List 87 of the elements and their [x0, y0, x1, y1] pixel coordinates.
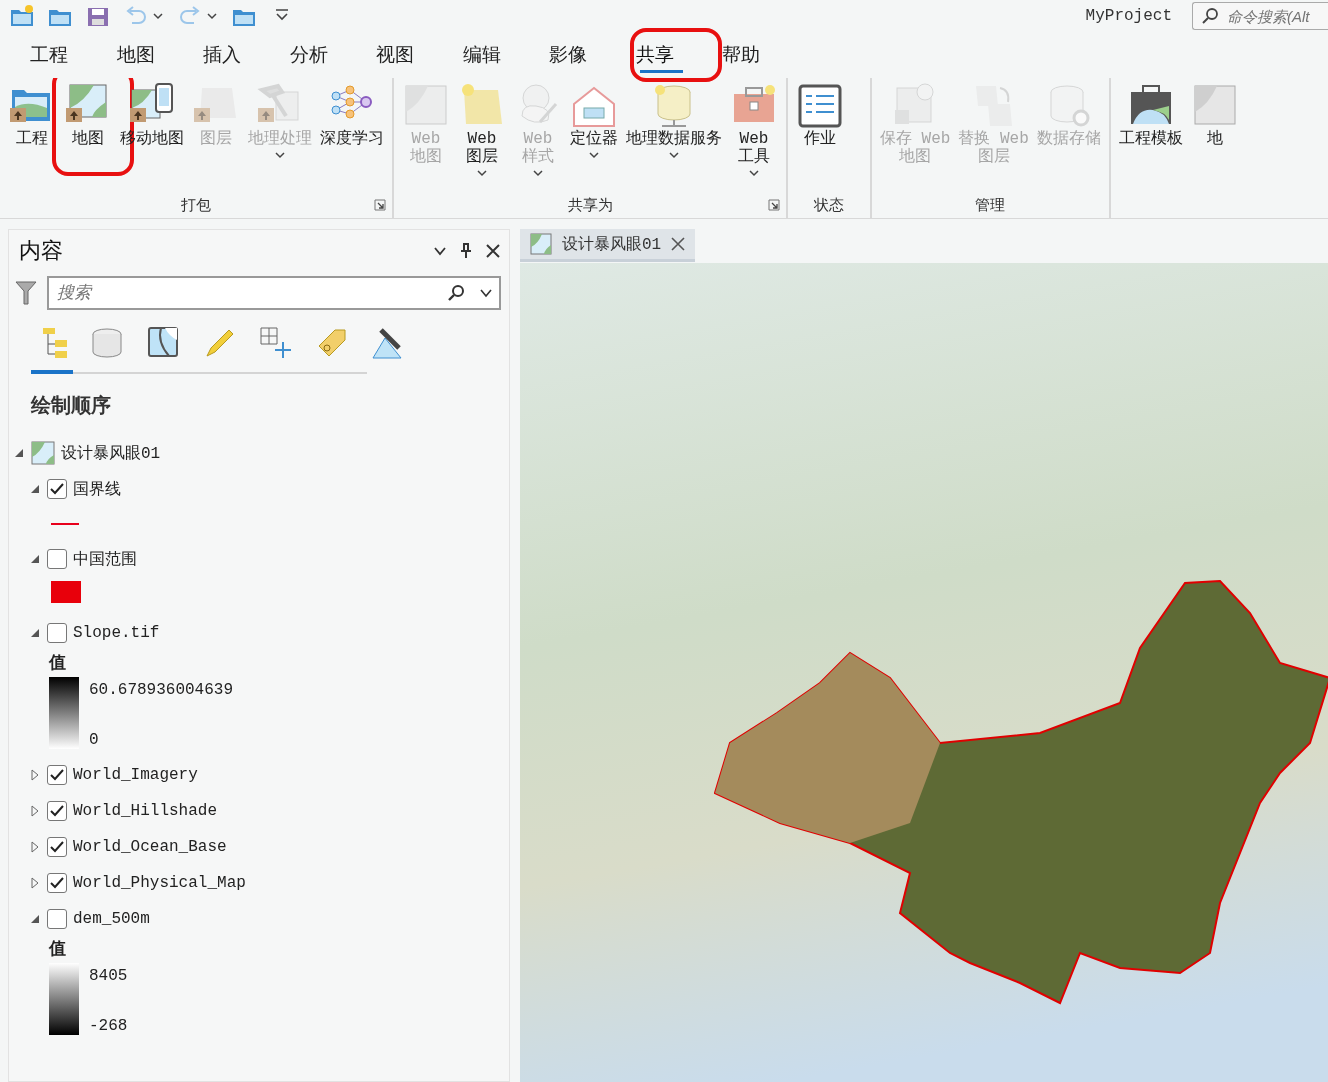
- filter-icon[interactable]: [15, 280, 37, 306]
- caret-icon: [476, 168, 488, 178]
- ribbon-button[interactable]: Web 图层: [456, 82, 508, 192]
- caret-icon: [588, 150, 600, 160]
- caret-icon: [748, 168, 760, 178]
- ribbon-tab[interactable]: 分析: [265, 35, 352, 75]
- project-title: MyProject: [1085, 7, 1172, 25]
- search-icon: [1201, 7, 1219, 25]
- legend-value: 0: [89, 731, 100, 749]
- caret-icon: [274, 150, 286, 160]
- ribbon-tab[interactable]: 影像: [525, 35, 612, 75]
- command-search-field[interactable]: 命令搜索(Alt: [1192, 2, 1328, 30]
- expanded-arrow-icon[interactable]: [29, 553, 41, 565]
- checkbox[interactable]: [47, 623, 67, 643]
- checkbox[interactable]: [47, 479, 67, 499]
- map-icon: [402, 82, 450, 128]
- ribbon-tab[interactable]: 视图: [352, 35, 439, 75]
- ribbon-button[interactable]: 作业: [794, 82, 846, 192]
- ribbon-tab[interactable]: 工程: [6, 35, 93, 75]
- ribbon-tab[interactable]: 共享: [611, 35, 698, 75]
- layer-name: Slope.tif: [73, 624, 160, 642]
- folder-icon[interactable]: [10, 4, 34, 28]
- checkbox[interactable]: [47, 837, 67, 857]
- legend-value: 8405: [89, 967, 128, 985]
- close-icon[interactable]: [671, 237, 686, 251]
- layer-name: 中国范围: [73, 549, 137, 570]
- map-icon: [530, 233, 552, 255]
- map-icon: [147, 326, 181, 360]
- layer-name: World_Physical_Map: [73, 874, 246, 892]
- group-label: 管理: [974, 195, 1007, 215]
- expanded-arrow-icon[interactable]: [29, 627, 41, 639]
- add-grid-icon: [259, 326, 293, 360]
- caret-icon[interactable]: [206, 11, 218, 21]
- checkbox[interactable]: [47, 765, 67, 785]
- pin-icon[interactable]: [459, 243, 473, 259]
- tab-label: 设计暴风眼01: [562, 234, 662, 255]
- collapsed-arrow-icon[interactable]: [29, 877, 41, 889]
- legend-value: -268: [89, 1017, 128, 1035]
- dialog-launcher-icon[interactable]: [374, 199, 386, 211]
- map-name: 设计暴风眼01: [61, 443, 161, 464]
- ribbon-button[interactable]: 地: [1188, 82, 1241, 218]
- layer-name: World_Ocean_Base: [73, 838, 227, 856]
- dialog-launcher-icon[interactable]: [768, 199, 780, 211]
- map-view-tab[interactable]: 设计暴风眼01: [520, 229, 696, 262]
- ribbon-button[interactable]: 工程: [6, 82, 58, 192]
- caret-icon: [668, 150, 680, 160]
- search-field[interactable]: 搜索: [47, 276, 501, 310]
- ribbon-button[interactable]: 深度学习: [318, 82, 386, 192]
- ribbon-tab[interactable]: 帮助: [698, 35, 785, 75]
- database-icon: [91, 326, 125, 360]
- layer-name: World_Hillshade: [73, 802, 218, 820]
- ribbon-tab[interactable]: 编辑: [438, 35, 525, 75]
- collapsed-arrow-icon[interactable]: [29, 769, 41, 781]
- ribbon-tab[interactable]: 地图: [92, 35, 179, 75]
- legend-title: 值: [49, 939, 67, 961]
- ribbon-button[interactable]: 地理数据服务: [624, 82, 724, 192]
- ribbon-tab[interactable]: 插入: [179, 35, 266, 75]
- ribbon-button[interactable]: 工程模板: [1116, 82, 1185, 218]
- list-icon: [796, 82, 844, 128]
- checkbox[interactable]: [47, 909, 67, 929]
- group-label: 状态: [814, 195, 844, 215]
- ribbon-button[interactable]: Web 工具: [728, 82, 780, 192]
- search-icon[interactable]: [447, 284, 465, 302]
- ribbon-button[interactable]: 地图: [62, 82, 114, 192]
- checkbox[interactable]: [47, 549, 67, 569]
- layer-name: dem_500m: [73, 910, 150, 928]
- caret-icon[interactable]: [152, 11, 164, 21]
- section-heading: 绘制顺序: [31, 393, 112, 418]
- checkbox[interactable]: [47, 873, 67, 893]
- legend-title: 值: [49, 653, 67, 675]
- caret-icon: [532, 168, 544, 178]
- pane-title: 内容: [19, 237, 63, 265]
- expanded-arrow-icon[interactable]: [13, 447, 25, 459]
- layer-name: 国界线: [73, 479, 121, 500]
- group-label: 打包: [180, 195, 212, 215]
- checkbox[interactable]: [47, 801, 67, 821]
- collapsed-arrow-icon[interactable]: [29, 841, 41, 853]
- expanded-arrow-icon[interactable]: [29, 483, 41, 495]
- legend-value: 60.678936004639: [89, 681, 234, 699]
- ribbon-button[interactable]: 定位器: [568, 82, 620, 192]
- satellite-icon: [371, 326, 405, 360]
- map-icon: [31, 441, 55, 465]
- layer-name: World_Imagery: [73, 766, 198, 784]
- close-icon[interactable]: [485, 243, 501, 259]
- group-label: 共享为: [566, 195, 614, 215]
- expanded-arrow-icon[interactable]: [29, 913, 41, 925]
- collapsed-arrow-icon[interactable]: [29, 805, 41, 817]
